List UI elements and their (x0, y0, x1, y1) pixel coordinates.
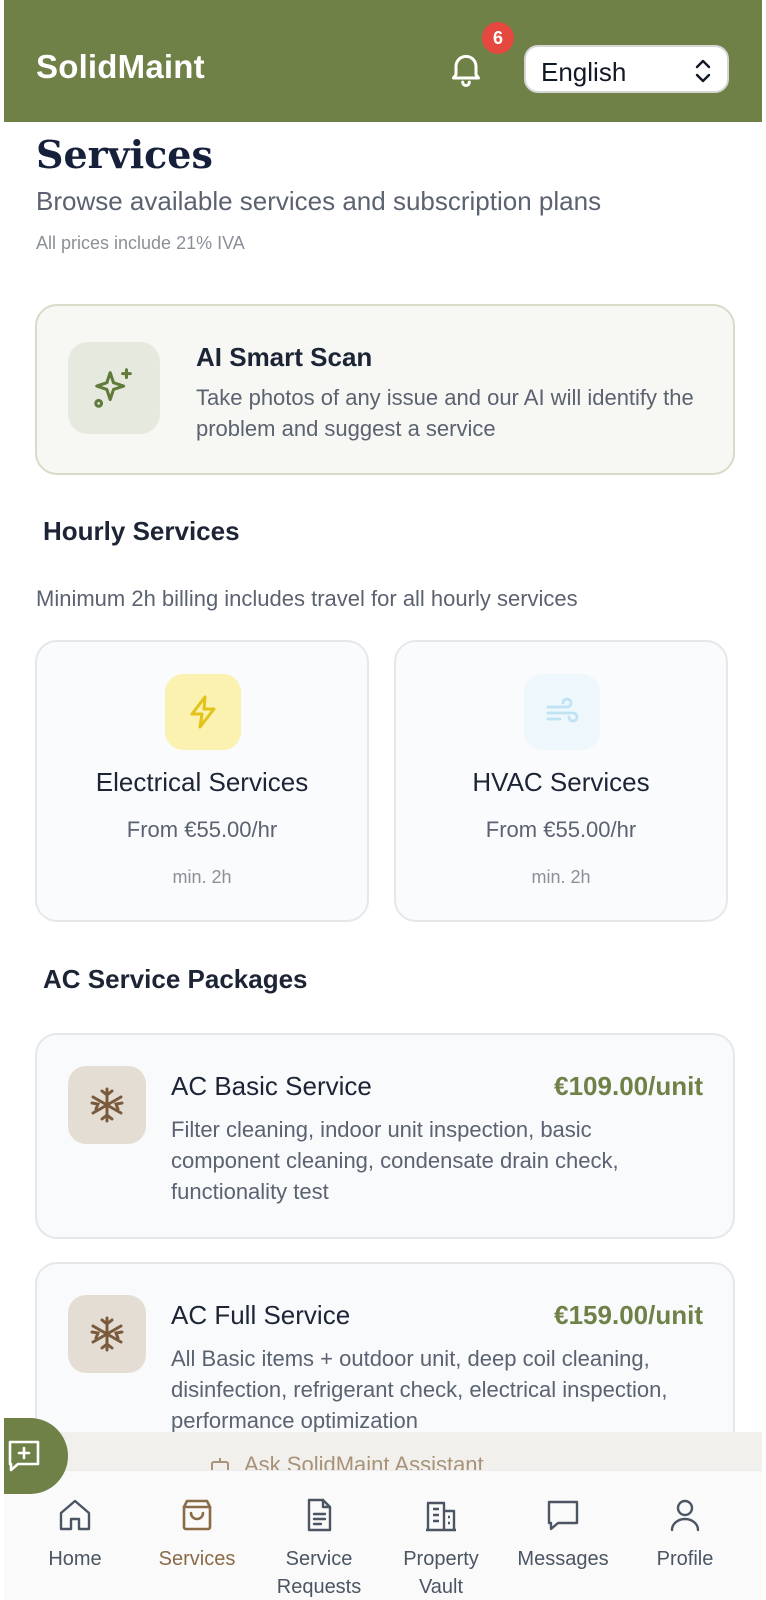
card-minimum: min. 2h (172, 867, 232, 887)
price-note: All prices include 21% IVA (36, 233, 245, 253)
chat-icon (547, 1500, 579, 1531)
app-frame: SolidMaint 6 English Services Browse ava… (4, 0, 762, 1600)
page-subtitle: Browse available services and subscripti… (36, 186, 602, 216)
ai-scan-title: AI Smart Scan (196, 342, 373, 372)
snowflake-icon (90, 1316, 124, 1352)
language-select[interactable]: English (524, 45, 729, 93)
electrical-icon-box (165, 674, 241, 750)
hvac-icon-box (524, 674, 600, 750)
ac-basic-service-card[interactable]: AC Basic Service €109.00/unit Filter cle… (35, 1033, 735, 1239)
lightning-icon (190, 695, 216, 729)
nav-label: Profile (656, 1548, 714, 1570)
card-minimum: min. 2h (531, 867, 591, 887)
user-icon (670, 1499, 700, 1532)
ai-smart-scan-card[interactable]: AI Smart Scan Take photos of any issue a… (35, 304, 735, 475)
hvac-services-card[interactable]: HVAC Services From €55.00/hr min. 2h (394, 640, 728, 922)
document-icon (307, 1498, 332, 1532)
card-title: Electrical Services (95, 767, 309, 797)
ac-packages-title: AC Service Packages (43, 964, 308, 994)
nav-label: Property Vault (403, 1548, 479, 1598)
assistant-label: Ask SolidMaint Assistant (244, 1452, 484, 1472)
package-title: AC Full Service (171, 1300, 351, 1330)
wind-icon (546, 697, 579, 723)
package-icon-box (68, 1295, 146, 1373)
nav-label: Messages (517, 1548, 609, 1570)
app-header: SolidMaint 6 English (4, 0, 762, 122)
electrical-services-card[interactable]: Electrical Services From €55.00/hr min. … (35, 640, 369, 922)
ai-scan-description: Take photos of any issue and our AI will… (196, 385, 694, 441)
chevron-up-down-icon (695, 59, 711, 83)
package-description: Filter cleaning, indoor unit inspection,… (171, 1117, 619, 1204)
bell-icon[interactable] (446, 47, 486, 89)
sparkles-icon (94, 368, 132, 408)
chat-plus-icon (8, 1440, 40, 1472)
card-price: From €55.00/hr (485, 817, 637, 842)
language-select-value: English (541, 57, 627, 87)
package-description: All Basic items + outdoor unit, deep coi… (171, 1346, 668, 1433)
nav-item-messages[interactable]: Messages (502, 1471, 624, 1600)
notification-badge: 6 (482, 22, 514, 54)
home-icon (59, 1499, 91, 1531)
package-icon-box (68, 1066, 146, 1144)
package-price: €159.00/unit (554, 1300, 703, 1330)
nav-item-property-vault[interactable]: Property Vault (380, 1471, 502, 1600)
building-icon (426, 1501, 456, 1532)
nav-label: Service Requests (276, 1548, 362, 1598)
ai-icon-box (68, 342, 160, 434)
package-title: AC Basic Service (171, 1071, 372, 1101)
hourly-services-note: Minimum 2h billing includes travel for a… (36, 586, 578, 611)
card-price: From €55.00/hr (126, 817, 278, 842)
snowflake-icon (90, 1087, 124, 1123)
nav-label: Services (158, 1548, 236, 1570)
assistant-bar[interactable]: Ask SolidMaint Assistant (4, 1432, 762, 1472)
page-title: Services (36, 132, 213, 177)
nav-label: Home (48, 1548, 102, 1570)
shopping-bag-icon (182, 1499, 212, 1531)
bottom-nav: Home Services Service Requests Property … (4, 1470, 762, 1600)
nav-item-services[interactable]: Services (136, 1471, 258, 1600)
nav-item-service-requests[interactable]: Service Requests (258, 1471, 380, 1600)
card-title: HVAC Services (472, 767, 650, 797)
nav-item-profile[interactable]: Profile (624, 1471, 746, 1600)
package-price: €109.00/unit (554, 1071, 703, 1101)
brand-logo[interactable]: SolidMaint (36, 48, 205, 86)
hourly-services-title: Hourly Services (43, 516, 240, 546)
